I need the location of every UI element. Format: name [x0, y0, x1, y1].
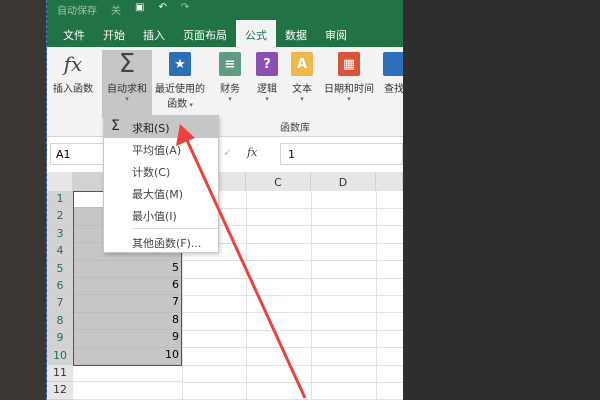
arrow-head [176, 124, 195, 146]
arrow-shaft [184, 137, 307, 399]
annotation-arrow [176, 124, 307, 399]
